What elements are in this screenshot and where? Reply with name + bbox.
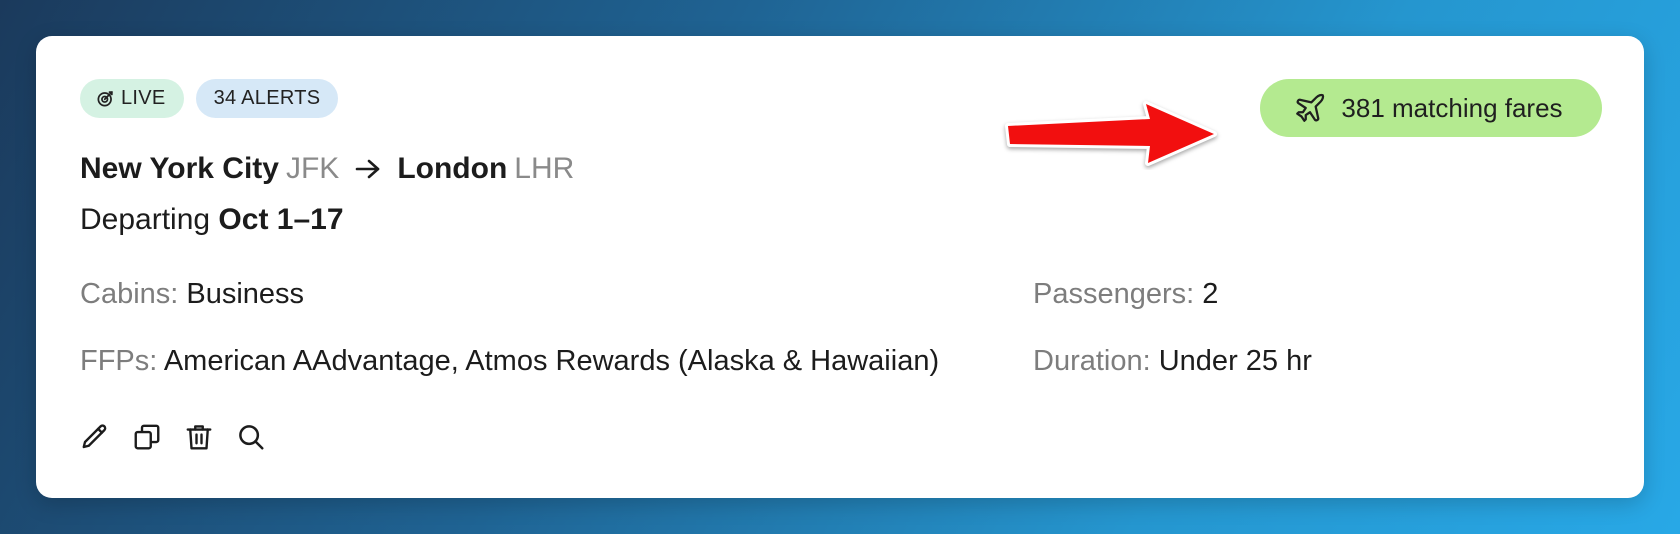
- passengers-detail: Passengers: 2: [1033, 278, 1218, 311]
- matching-fares-label: 381 matching fares: [1341, 92, 1563, 123]
- cabins-detail: Cabins: Business: [80, 278, 304, 311]
- ffps-value: American AAdvantage, Atmos Rewards (Alas…: [163, 345, 940, 377]
- alerts-badge: 34 ALERTS: [195, 79, 339, 118]
- passengers-label: Passengers:: [1033, 278, 1195, 310]
- search-button[interactable]: [236, 422, 266, 452]
- departing-line: Departing Oct 1–17: [80, 203, 344, 237]
- duration-value: Under 25 hr: [1158, 345, 1312, 377]
- plane-icon: [1296, 93, 1325, 122]
- route: New York City JFK London LHR: [80, 152, 574, 186]
- live-label: LIVE: [121, 87, 166, 109]
- badges: LIVE 34 ALERTS: [80, 79, 339, 118]
- alerts-count: 34 ALERTS: [213, 87, 321, 109]
- departing-dates: Oct 1–17: [218, 203, 344, 236]
- departing-prefix: Departing: [80, 203, 211, 236]
- copy-icon: [134, 424, 160, 450]
- edit-button[interactable]: [80, 422, 110, 452]
- trash-icon: [186, 425, 212, 450]
- card-actions: [80, 422, 266, 452]
- duration-detail: Duration: Under 25 hr: [1033, 345, 1312, 378]
- search-icon: [239, 425, 264, 450]
- passengers-value: 2: [1202, 278, 1219, 310]
- target-icon: [97, 91, 113, 107]
- origin-city: New York City: [80, 152, 279, 185]
- origin-code: JFK: [285, 152, 340, 185]
- cabins-label: Cabins:: [80, 278, 179, 310]
- cabins-value: Business: [186, 278, 305, 310]
- live-badge: LIVE: [80, 79, 184, 118]
- arrow-right-icon: [355, 154, 381, 188]
- destination-code: LHR: [514, 152, 575, 185]
- ffps-detail: FFPs: American AAdvantage, Atmos Rewards…: [80, 345, 939, 378]
- pencil-icon: [82, 424, 107, 449]
- matching-fares-button[interactable]: 381 matching fares: [1260, 79, 1602, 137]
- destination-city: London: [397, 152, 508, 185]
- delete-button[interactable]: [184, 422, 214, 452]
- duration-label: Duration:: [1033, 345, 1151, 377]
- annotation-arrow-icon: [1005, 101, 1217, 166]
- duplicate-button[interactable]: [132, 422, 162, 452]
- alert-card: LIVE 34 ALERTS 381 matching fares New Yo…: [36, 36, 1644, 498]
- ffps-label: FFPs:: [80, 345, 158, 377]
